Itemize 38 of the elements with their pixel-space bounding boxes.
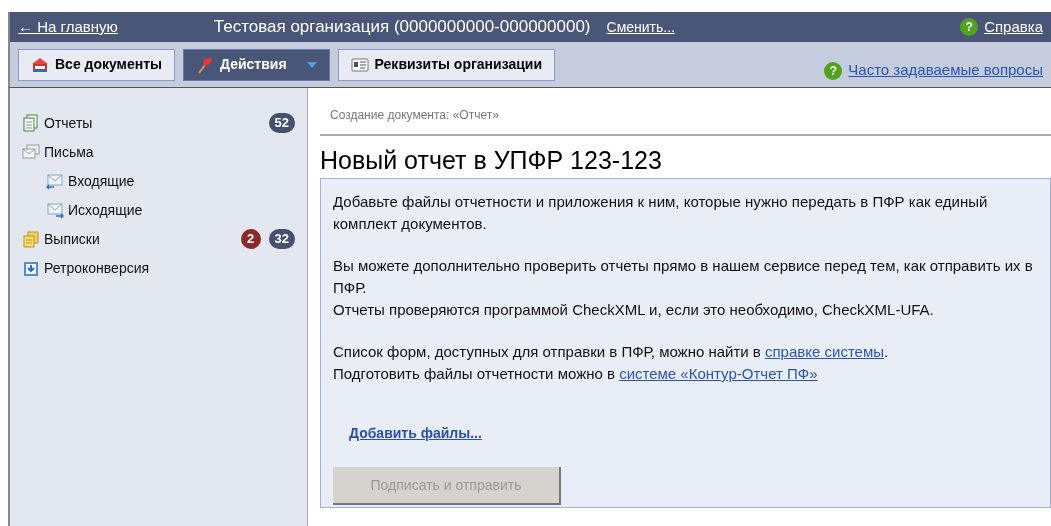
help-link[interactable]: справке системы <box>765 343 885 360</box>
info-text: Подготовить файлы отчетности можно в системе «Контур-Отчет ПФ» <box>333 364 819 384</box>
faq-link[interactable]: Часто задаваемые вопросы <box>848 59 1043 82</box>
organization-name: Тестовая организация (0000000000-000000000) <box>213 16 591 39</box>
info-text: Добавьте файлы отчетности и приложения к ним, которые нужно передать в ПФР как единый комплект документов. <box>333 192 989 234</box>
help-icon: ? <box>960 18 979 36</box>
caret-icon <box>306 61 317 68</box>
documents-icon <box>22 230 40 248</box>
info-text: Отчеты проверяются программой CheckXML и, если это необходимо, CheckXML-UFA. <box>333 300 935 320</box>
envelope-icon <box>46 172 64 190</box>
toolbar-button[interactable]: Реквизиты организации <box>337 48 556 81</box>
change-link[interactable]: Сменить... <box>606 16 675 38</box>
help-icon: ? <box>824 61 843 80</box>
notebook-icon <box>22 114 40 132</box>
info-text: Список форм, доступных для отправки в ПФР, можно найти в справке системы. <box>333 342 890 362</box>
sidebar-item[interactable]: Выписки <box>44 228 100 250</box>
count-badge: 2 <box>240 229 261 249</box>
help-link[interactable]: системе «Контур-Отчет ПФ» <box>619 365 818 382</box>
home-link[interactable]: ← На главную <box>18 15 118 39</box>
building-icon <box>31 55 49 74</box>
add-files-link[interactable]: Добавить файлы... <box>349 423 482 444</box>
info-text: Вы можете дополнительно проверить отчеты прямо в нашем сервисе перед тем, как отправить их в ПФР. <box>333 256 1034 298</box>
page-title: Новый отчет в УПФР 123-123 <box>320 146 663 174</box>
flag-icon <box>196 55 215 74</box>
help-link[interactable]: Справка <box>984 15 1043 39</box>
count-badge: 32 <box>268 229 295 249</box>
envelopes-icon <box>22 143 40 161</box>
toolbar-button[interactable]: Все документы <box>18 48 176 81</box>
envelope-icon <box>46 201 64 219</box>
toolbar-button[interactable]: Действия <box>183 48 330 81</box>
sidebar-item[interactable]: Исходящие <box>68 199 143 221</box>
id-card-icon <box>350 55 369 74</box>
sidebar-item[interactable]: Письма <box>44 141 94 163</box>
sidebar-item[interactable]: Входящие <box>68 170 135 192</box>
sidebar-item[interactable]: Отчеты <box>44 112 93 134</box>
breadcrumb: Создание документа: «Отчет» <box>330 108 499 122</box>
count-badge: 52 <box>268 113 295 133</box>
sidebar-item[interactable]: Ретроконверсия <box>44 257 150 279</box>
